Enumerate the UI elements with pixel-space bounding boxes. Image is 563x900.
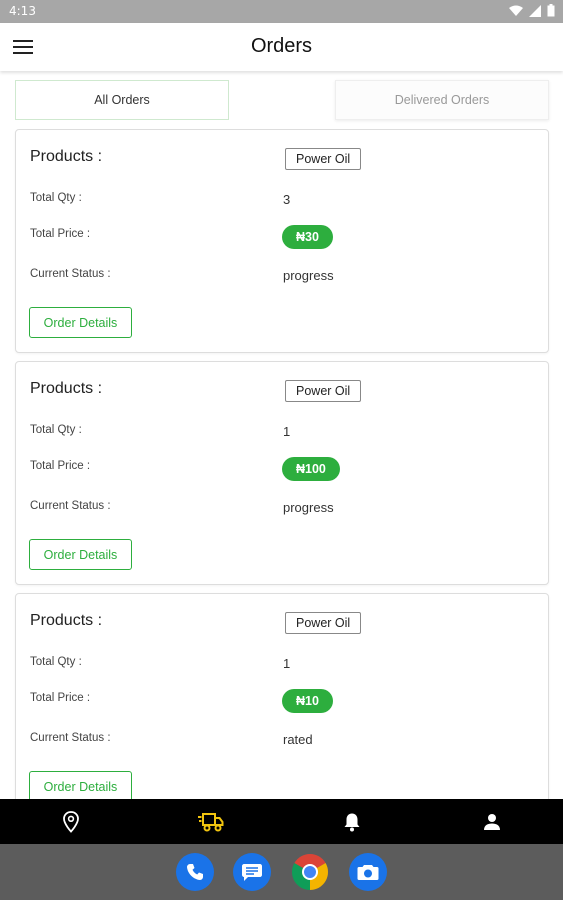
total-qty-label: Total Qty :	[30, 424, 82, 436]
total-price-label: Total Price :	[30, 228, 91, 240]
status-value: progress	[283, 500, 334, 515]
delivery-truck-icon	[198, 812, 224, 831]
total-qty-label: Total Qty :	[30, 192, 82, 204]
nav-location[interactable]	[41, 799, 101, 844]
total-price-label: Total Price :	[30, 692, 91, 704]
tab-label: Delivered Orders	[394, 93, 490, 107]
camera-icon	[357, 865, 379, 880]
order-details-label: Order Details	[43, 779, 118, 794]
bottom-nav	[0, 799, 563, 844]
order-card: Products : Power Oil Total Qty : 1 Total…	[15, 361, 549, 585]
messages-icon	[242, 864, 262, 881]
order-details-label: Order Details	[43, 315, 118, 330]
price-badge: ₦100	[282, 457, 340, 481]
system-dock	[0, 844, 563, 900]
nav-deliveries[interactable]	[181, 799, 241, 844]
tab-all-orders[interactable]: All Orders	[15, 80, 229, 120]
order-details-label: Order Details	[43, 547, 118, 562]
messages-app[interactable]	[233, 853, 271, 891]
current-status-label: Current Status :	[30, 500, 111, 512]
person-icon	[484, 813, 500, 830]
orders-list[interactable]: Products : Power Oil Total Qty : 3 Total…	[0, 129, 563, 799]
location-pin-icon	[63, 810, 79, 833]
total-qty-value: 1	[283, 656, 291, 671]
product-chip: Power Oil	[285, 612, 362, 634]
current-status-label: Current Status :	[30, 268, 111, 280]
order-details-button[interactable]: Order Details	[29, 771, 132, 799]
products-label: Products :	[30, 380, 103, 397]
status-value: rated	[283, 732, 313, 747]
phone-app[interactable]	[176, 853, 214, 891]
order-card: Products : Power Oil Total Qty : 3 Total…	[15, 129, 549, 353]
phone-icon	[187, 864, 203, 880]
products-label: Products :	[30, 612, 103, 629]
order-details-button[interactable]: Order Details	[29, 539, 132, 570]
tab-delivered-orders[interactable]: Delivered Orders	[335, 80, 549, 120]
nav-profile[interactable]	[462, 799, 522, 844]
order-details-button[interactable]: Order Details	[29, 307, 132, 338]
wifi-icon	[509, 5, 523, 16]
total-price-label: Total Price :	[30, 460, 91, 472]
product-chip: Power Oil	[285, 380, 362, 402]
price-badge: ₦30	[282, 225, 333, 249]
product-chip: Power Oil	[285, 148, 362, 170]
order-card: Products : Power Oil Total Qty : 1 Total…	[15, 593, 549, 799]
camera-app[interactable]	[349, 853, 387, 891]
total-qty-value: 1	[283, 424, 291, 439]
price-badge: ₦10	[282, 689, 333, 713]
battery-icon	[547, 4, 555, 17]
total-qty-label: Total Qty :	[30, 656, 82, 668]
total-qty-value: 3	[283, 192, 291, 207]
page-title: Orders	[250, 35, 313, 57]
chrome-app[interactable]	[291, 853, 329, 891]
nav-notifications[interactable]	[322, 799, 382, 844]
status-icons	[509, 4, 555, 17]
status-time: 4:13	[9, 4, 36, 18]
app-bar: Orders	[0, 23, 563, 71]
status-bar: 4:13	[0, 0, 563, 23]
current-status-label: Current Status :	[30, 732, 111, 744]
tab-label: All Orders	[94, 93, 150, 107]
status-value: progress	[283, 268, 334, 283]
bell-icon	[344, 813, 360, 831]
chrome-icon	[291, 854, 329, 890]
products-label: Products :	[30, 148, 103, 165]
signal-icon	[529, 4, 541, 17]
